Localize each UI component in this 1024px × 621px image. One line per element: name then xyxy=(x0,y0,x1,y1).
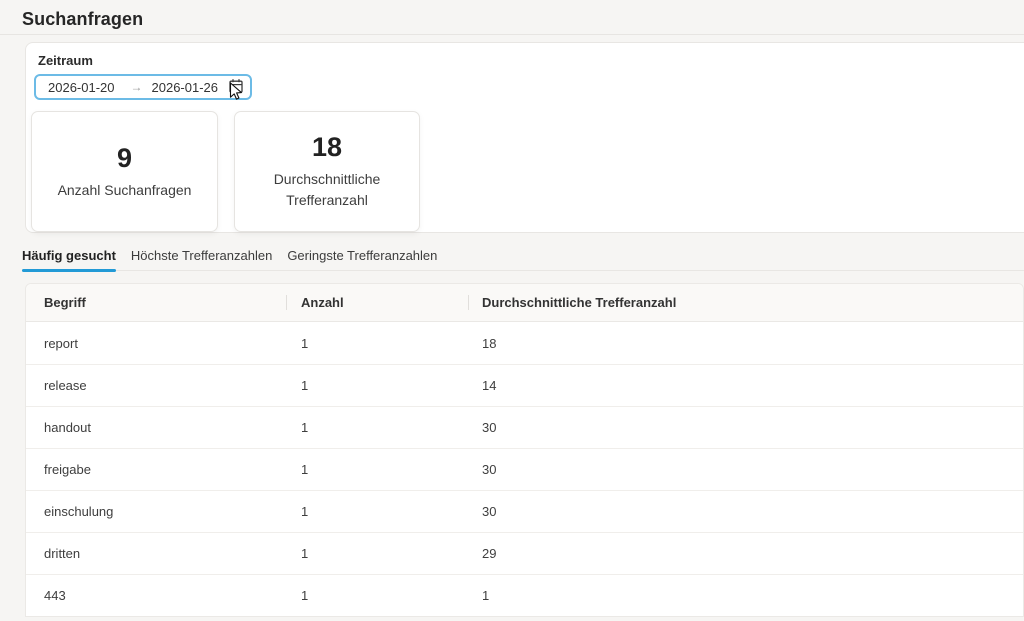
table-row: 443 1 1 xyxy=(26,574,1023,616)
table-row: handout 1 30 xyxy=(26,406,1023,448)
cell-trefferanzahl: 30 xyxy=(468,462,1023,477)
date-range-input[interactable]: 2026-01-20 → 2026-01-26 xyxy=(34,74,252,100)
search-terms-table: Begriff Anzahl Durchschnittliche Treffer… xyxy=(25,283,1024,617)
cell-anzahl: 1 xyxy=(286,378,468,393)
table-row: dritten 1 29 xyxy=(26,532,1023,574)
cell-trefferanzahl: 30 xyxy=(468,504,1023,519)
cell-begriff: dritten xyxy=(26,546,286,561)
stat-label: Durchschnittliche Trefferanzahl xyxy=(235,169,419,211)
stat-card-search-count: 9 Anzahl Suchanfragen xyxy=(31,111,218,232)
cell-begriff: report xyxy=(26,336,286,351)
stat-value: 9 xyxy=(117,143,132,173)
calendar-picker-button[interactable] xyxy=(227,78,245,96)
page-title: Suchanfragen xyxy=(22,9,143,30)
table-row: report 1 18 xyxy=(26,322,1023,364)
date-to-field[interactable]: 2026-01-26 xyxy=(152,80,219,95)
cell-begriff: release xyxy=(26,378,286,393)
cell-anzahl: 1 xyxy=(286,462,468,477)
cell-trefferanzahl: 18 xyxy=(468,336,1023,351)
header-divider xyxy=(0,34,1024,35)
date-range-label: Zeitraum xyxy=(38,53,93,68)
date-from-field[interactable]: 2026-01-20 xyxy=(48,80,115,95)
calendar-icon xyxy=(228,78,244,97)
cell-anzahl: 1 xyxy=(286,504,468,519)
cell-trefferanzahl: 1 xyxy=(468,588,1023,603)
stat-value: 18 xyxy=(312,132,342,162)
tab-haeufig-gesucht[interactable]: Häufig gesucht xyxy=(22,248,116,270)
tab-geringste-trefferanzahlen[interactable]: Geringste Trefferanzahlen xyxy=(287,248,437,270)
results-tab-bar: Häufig gesucht Höchste Trefferanzahlen G… xyxy=(22,246,1024,271)
tab-hoechste-trefferanzahlen[interactable]: Höchste Trefferanzahlen xyxy=(131,248,272,270)
cell-begriff: handout xyxy=(26,420,286,435)
cell-trefferanzahl: 30 xyxy=(468,420,1023,435)
cell-anzahl: 1 xyxy=(286,420,468,435)
table-row: einschulung 1 30 xyxy=(26,490,1023,532)
cell-begriff: einschulung xyxy=(26,504,286,519)
cell-anzahl: 1 xyxy=(286,546,468,561)
column-header-begriff: Begriff xyxy=(26,284,286,321)
column-header-durchschnittliche-trefferanzahl: Durchschnittliche Trefferanzahl xyxy=(468,284,1023,321)
stat-label: Anzahl Suchanfragen xyxy=(36,180,214,201)
cell-begriff: 443 xyxy=(26,588,286,603)
cell-begriff: freigabe xyxy=(26,462,286,477)
date-range-arrow-icon: → xyxy=(131,80,143,94)
cell-anzahl: 1 xyxy=(286,336,468,351)
cell-trefferanzahl: 29 xyxy=(468,546,1023,561)
table-row: release 1 14 xyxy=(26,364,1023,406)
stat-card-avg-hits: 18 Durchschnittliche Trefferanzahl xyxy=(234,111,420,232)
table-header-row: Begriff Anzahl Durchschnittliche Treffer… xyxy=(26,284,1023,322)
table-row: freigabe 1 30 xyxy=(26,448,1023,490)
column-header-anzahl: Anzahl xyxy=(286,284,468,321)
cell-anzahl: 1 xyxy=(286,588,468,603)
cell-trefferanzahl: 14 xyxy=(468,378,1023,393)
filter-panel: Zeitraum 2026-01-20 → 2026-01-26 9 Anzah… xyxy=(25,42,1024,233)
